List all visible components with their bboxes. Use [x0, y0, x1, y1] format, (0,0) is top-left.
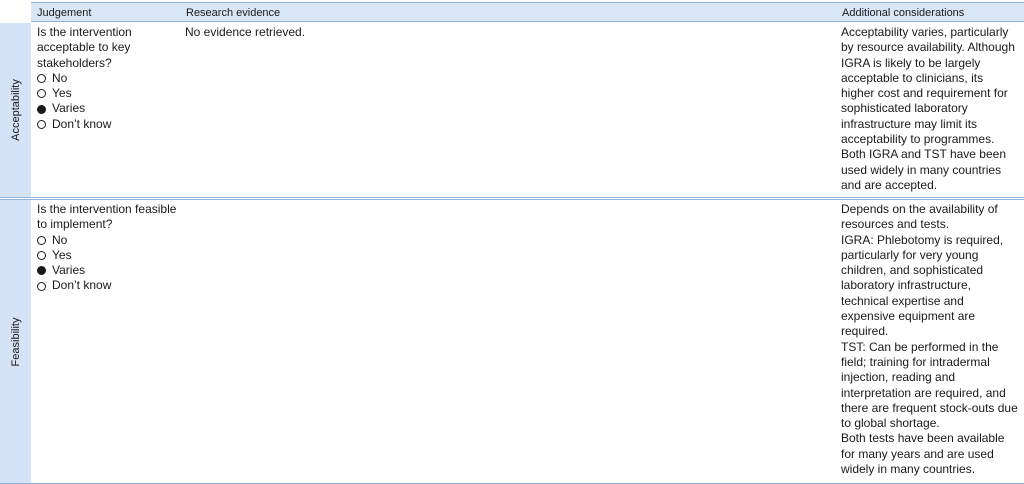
consideration-paragraph: Depends on the availability of resources… — [841, 202, 998, 232]
header-spacer — [0, 2, 31, 22]
additional-considerations-cell: Depends on the availability of resources… — [841, 202, 1019, 477]
header-judgement: Judgement — [31, 2, 180, 22]
additional-considerations-cell: Acceptability varies, particularly by re… — [841, 25, 1019, 193]
radio-empty-icon[interactable] — [37, 251, 46, 261]
table-row-acceptability: Acceptability Is the intervention accept… — [0, 23, 1024, 198]
option-varies[interactable]: Varies — [37, 101, 177, 116]
table-header: Judgement Research evidence Additional c… — [0, 2, 1024, 23]
option-yes[interactable]: Yes — [37, 86, 177, 101]
consideration-paragraph: TST: Can be performed in the field; trai… — [841, 339, 1018, 431]
radio-filled-icon[interactable] — [37, 266, 46, 276]
consideration-paragraph: IGRA: Phlebotomy is required, particular… — [841, 232, 1004, 339]
judgement-cell: Is the intervention feasible to implemen… — [37, 202, 177, 294]
side-label-feasibility: Feasibility — [9, 317, 22, 366]
option-varies[interactable]: Varies — [37, 263, 177, 278]
radio-empty-icon[interactable] — [37, 119, 46, 129]
header-research-evidence: Research evidence — [180, 2, 836, 22]
research-evidence-cell: No evidence retrieved. — [185, 25, 306, 39]
option-label: No — [52, 232, 68, 247]
option-label: Don’t know — [52, 116, 112, 131]
option-label: Varies — [52, 101, 86, 116]
row-side-label: Acceptability — [0, 23, 31, 197]
radio-filled-icon[interactable] — [37, 104, 46, 114]
option-dont-know[interactable]: Don’t know — [37, 278, 177, 293]
radio-empty-icon[interactable] — [37, 281, 46, 291]
table-row-feasibility: Feasibility Is the intervention feasible… — [0, 199, 1024, 484]
judgement-cell: Is the intervention acceptable to key st… — [37, 25, 177, 132]
consideration-paragraph: Both tests have been available for many … — [841, 431, 1005, 477]
option-label: Don’t know — [52, 278, 112, 293]
header-additional-considerations: Additional considerations — [836, 2, 1024, 22]
option-no[interactable]: No — [37, 71, 177, 86]
option-label: Yes — [52, 247, 72, 262]
option-dont-know[interactable]: Don’t know — [37, 117, 177, 132]
consideration-paragraph: Acceptability varies, particularly by re… — [841, 25, 1015, 192]
judgement-question: Is the intervention acceptable to key st… — [37, 25, 132, 70]
radio-empty-icon[interactable] — [37, 89, 46, 99]
option-label: Yes — [52, 86, 72, 101]
option-no[interactable]: No — [37, 233, 177, 248]
option-yes[interactable]: Yes — [37, 248, 177, 263]
option-label: Varies — [52, 263, 86, 278]
judgement-question: Is the intervention feasible to implemen… — [37, 202, 177, 232]
row-side-label: Feasibility — [0, 200, 31, 483]
side-label-acceptability: Acceptability — [9, 79, 22, 141]
option-label: No — [52, 70, 68, 85]
radio-empty-icon[interactable] — [37, 235, 46, 245]
radio-empty-icon[interactable] — [37, 74, 46, 84]
